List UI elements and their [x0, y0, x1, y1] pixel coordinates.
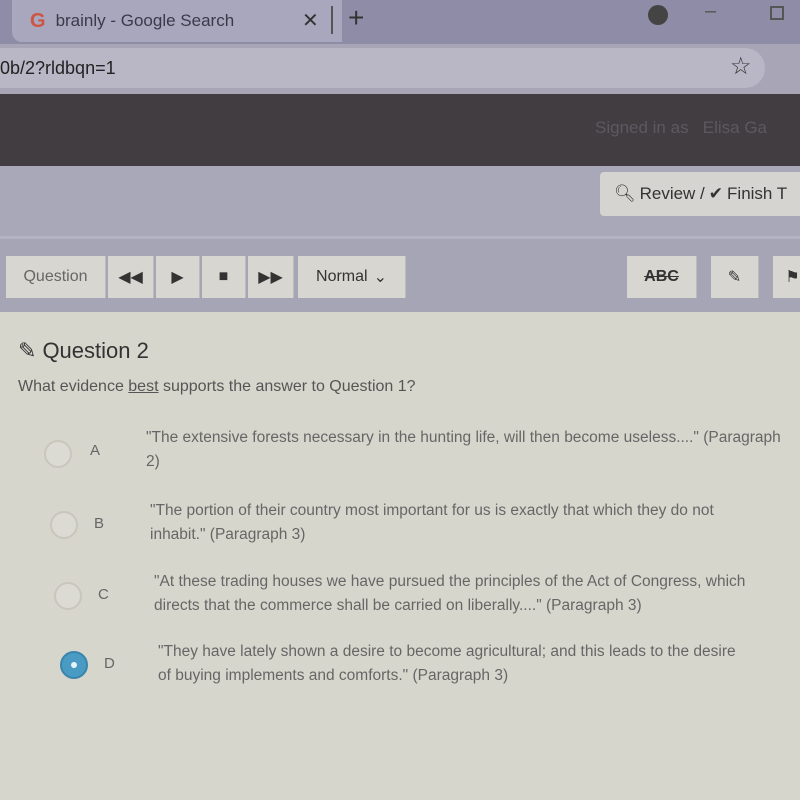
option-text: "At these trading houses we have pursued… [154, 573, 746, 614]
play-icon[interactable]: ▶ [156, 256, 200, 298]
question-title-text: Question 2 [42, 338, 149, 363]
pencil-icon: ✎ [18, 338, 37, 363]
stop-icon[interactable]: ■ [202, 256, 246, 298]
prompt-text: What evidence [18, 378, 129, 395]
option-text: "They have lately shown a desire to beco… [158, 643, 736, 684]
note-edit-icon[interactable]: ✎ [711, 256, 759, 298]
user-name: Elisa Ga [702, 118, 767, 137]
bookmark-star-icon[interactable]: ☆ [730, 52, 752, 81]
speed-value: Normal [316, 268, 368, 285]
question-prompt: What evidence best supports the answer t… [18, 378, 416, 396]
fast-forward-icon[interactable]: ▶▶ [248, 256, 294, 298]
option-letter: A [90, 442, 101, 459]
option-letter: C [98, 586, 109, 603]
finish-label: Finish T [727, 184, 788, 203]
browser-tab-bar: G brainly - Google Search ✕ + – [0, 0, 800, 44]
new-tab-icon[interactable]: + [348, 2, 364, 34]
speed-select[interactable]: Normal ⌄ [298, 256, 406, 298]
review-finish-button[interactable]: 🔍︎ Review / ✔ Finish T [600, 172, 800, 216]
radio-a[interactable] [44, 440, 72, 468]
question-title: ✎ Question 2 [18, 338, 149, 364]
close-tab-icon[interactable]: ✕ [302, 8, 319, 33]
option-text: "The portion of their country most impor… [150, 502, 714, 543]
question-button[interactable]: Question [6, 256, 106, 298]
extension-icon[interactable] [648, 5, 668, 25]
restore-icon[interactable] [770, 6, 784, 20]
abc-strikethrough-button[interactable]: ABC [627, 256, 697, 298]
review-label: Review / [639, 184, 705, 203]
rewind-icon[interactable]: ◀◀ [108, 256, 154, 298]
flag-icon[interactable]: ⚑ [773, 256, 800, 298]
chevron-down-icon: ⌄ [373, 269, 387, 286]
prompt-text-end: supports the answer to Question 1? [158, 378, 416, 395]
prompt-emphasis: best [128, 378, 159, 395]
google-favicon-icon: G [30, 9, 46, 32]
tab-divider [331, 6, 333, 34]
minimize-icon[interactable]: – [705, 0, 716, 23]
url-input[interactable]: 0b/2?rldbqn=1 [0, 48, 765, 88]
option-text: "The extensive forests necessary in the … [146, 429, 781, 470]
option-letter: B [94, 515, 105, 532]
radio-d-selected[interactable] [60, 651, 88, 679]
radio-c[interactable] [54, 582, 82, 610]
browser-tab[interactable]: G brainly - Google Search [12, 0, 342, 42]
signed-in-text: Signed in as Elisa Ga [595, 118, 767, 138]
check-icon: ✔ [708, 184, 724, 203]
tab-title: brainly - Google Search [55, 11, 235, 30]
option-letter: D [104, 655, 115, 672]
radio-b[interactable] [50, 511, 78, 539]
signed-in-label: Signed in as [595, 118, 689, 137]
search-icon: 🔍︎ [614, 184, 636, 203]
